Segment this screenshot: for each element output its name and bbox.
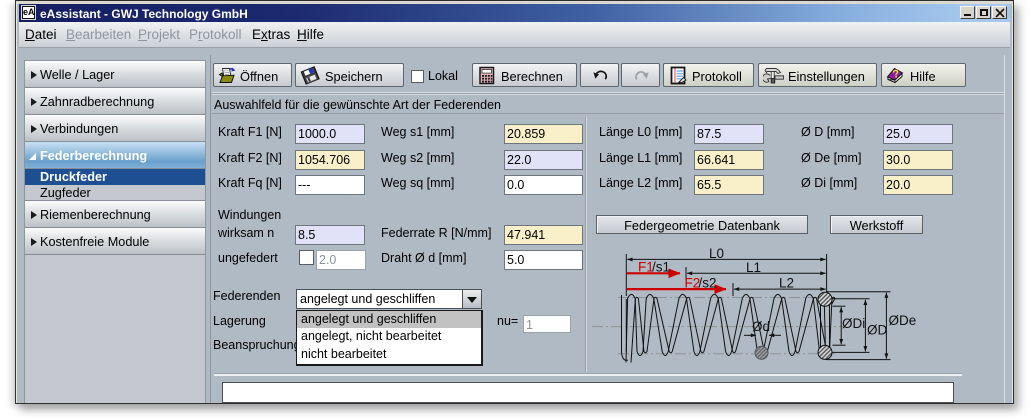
- svg-text:L1: L1: [746, 260, 761, 275]
- svg-text:/s2: /s2: [699, 275, 717, 290]
- svg-text:Ød: Ød: [752, 319, 770, 334]
- svg-text:L2: L2: [779, 276, 794, 291]
- svg-text:ØD: ØD: [867, 323, 888, 338]
- svg-text:?: ?: [892, 68, 901, 81]
- svg-text:ØDe: ØDe: [889, 313, 917, 328]
- svg-text:/s1: /s1: [652, 260, 670, 275]
- svg-text:ØDi: ØDi: [842, 316, 865, 331]
- svg-text:L0: L0: [709, 246, 724, 261]
